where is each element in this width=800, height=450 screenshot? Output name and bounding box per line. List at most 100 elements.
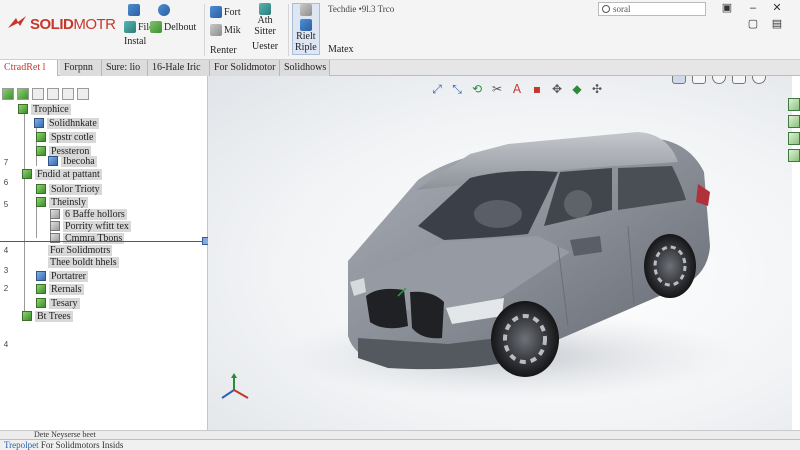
row-number: 4 <box>3 340 9 349</box>
tree-node[interactable]: Portatrer <box>36 270 88 282</box>
horizontal-scrollbar[interactable] <box>0 430 800 439</box>
rollback-bar[interactable] <box>0 241 210 242</box>
body-icon <box>50 221 60 231</box>
pin-icon[interactable] <box>299 19 312 31</box>
tree-line <box>24 112 25 318</box>
tab-4[interactable]: For Solidmotor <box>210 60 280 76</box>
delbout-icon[interactable] <box>150 21 162 33</box>
feature-icon <box>36 146 46 156</box>
logo-icon <box>8 16 26 28</box>
tab-0[interactable]: CtradRet l <box>0 60 58 76</box>
row-number: 3 <box>3 266 9 275</box>
tree-node[interactable]: Rernals <box>36 283 84 295</box>
status-text: For Solidmotors Insids <box>40 440 124 450</box>
row-number: 4 <box>3 246 9 255</box>
tree-node[interactable]: Cmmra Tbons <box>50 232 125 244</box>
design-library-icon[interactable] <box>788 98 800 111</box>
row-number: 6 <box>3 178 9 187</box>
tree-node[interactable]: Fndid at pattant <box>22 168 102 180</box>
matex-button[interactable]: Matex <box>328 44 354 55</box>
restore-icon[interactable]: ▢ <box>746 18 760 30</box>
appearances-icon[interactable] <box>788 149 800 162</box>
mik-icon[interactable] <box>210 24 222 36</box>
search-input[interactable]: soral <box>598 2 706 16</box>
file-icon[interactable] <box>124 21 136 33</box>
dim-icon[interactable] <box>47 88 59 100</box>
task-pane-tabs <box>788 98 800 162</box>
tile-icon[interactable]: ▤ <box>770 18 784 30</box>
sitter-icon[interactable] <box>259 3 272 15</box>
view-palette-icon[interactable] <box>788 132 800 145</box>
config-icon[interactable] <box>32 88 44 100</box>
row-number: 7 <box>3 158 9 167</box>
ribbon-group-sitter: Ath Sitter Uester <box>252 3 278 52</box>
tree-node[interactable]: Solidhnkate <box>34 117 99 129</box>
document-title: Techdie •9l.3 Trco <box>328 4 395 14</box>
ribbon-row-install: Instal <box>124 36 146 47</box>
tree-node[interactable]: Theinsly <box>36 196 88 208</box>
rielt-button[interactable]: Rielt <box>296 31 315 42</box>
part-icon <box>18 104 28 114</box>
expand-icon[interactable] <box>77 88 89 100</box>
uester-button[interactable]: Uester <box>252 41 278 52</box>
feature-icon <box>36 284 46 294</box>
riple-button[interactable]: Riple <box>295 42 317 53</box>
sketch-icon <box>48 156 58 166</box>
tab-2[interactable]: Sure: lio <box>102 60 148 76</box>
install-button[interactable]: Instal <box>124 36 146 47</box>
tree-line <box>36 204 37 238</box>
tab-3[interactable]: 16-Hale Iric <box>148 60 210 76</box>
ribbon-group-fort: Fort Mik Renter <box>210 5 241 57</box>
ribbon-row-delbout: Delbout <box>150 20 196 34</box>
axis-triad-icon <box>221 373 249 399</box>
mik-button[interactable]: Mik <box>224 25 241 36</box>
tree-node[interactable]: Thee boldt hhels <box>48 256 119 268</box>
ribbon-separator <box>288 4 289 56</box>
fort-icon[interactable] <box>210 6 222 18</box>
tab-5[interactable]: Solidhows <box>280 60 330 76</box>
feature-icon <box>36 197 46 207</box>
feature-icon <box>22 311 32 321</box>
graphics-viewport[interactable]: ⤢ ⤡ ⟲ ✂ A ▪ ✥ ◆ ✣ <box>208 76 792 430</box>
tab-1[interactable]: Forpnn <box>60 60 102 76</box>
sketch-icon <box>36 271 46 281</box>
tree-node[interactable]: Porrity wfitt tex <box>50 220 131 232</box>
tree-node[interactable]: Bt Trees <box>22 310 73 322</box>
ribbon-group-riple[interactable]: Rielt Riple <box>292 3 320 55</box>
tree-node[interactable]: Spstr cotle <box>36 131 96 143</box>
feature-tree-icon[interactable] <box>2 88 14 100</box>
minimize-icon[interactable]: – <box>746 2 760 14</box>
ribbon-group-matex: Matex <box>328 44 354 55</box>
help-icon[interactable]: ▣ <box>720 2 734 14</box>
property-icon[interactable] <box>17 88 29 100</box>
sitter-button[interactable]: Sitter <box>254 26 276 37</box>
car-model[interactable] <box>208 76 792 430</box>
tree-node[interactable]: 6 Baffe hollors <box>50 208 127 220</box>
search-icon <box>602 5 610 13</box>
delbout-button[interactable]: Delbout <box>164 22 196 33</box>
fort-button[interactable]: Fort <box>224 7 241 18</box>
status-prefix: Trepolpet <box>4 440 39 450</box>
globe-icon[interactable] <box>158 4 170 16</box>
feature-manager-toolbar <box>2 88 89 100</box>
tree-node[interactable]: Ibecoha <box>48 155 97 167</box>
close-icon[interactable]: ✕ <box>770 2 784 14</box>
app-logo: SOLIDMOTR <box>6 14 116 34</box>
tree-node[interactable]: Tesary <box>36 297 80 309</box>
status-bar: Trepolpet For Solidmotors Insids <box>0 439 800 450</box>
display-icon[interactable] <box>62 88 74 100</box>
ath-button[interactable]: Ath <box>258 15 273 26</box>
feature-icon <box>36 184 46 194</box>
tree-node[interactable]: For Solidmotrs <box>48 244 113 256</box>
ribbon-top-icons <box>128 3 170 17</box>
grid-icon[interactable] <box>128 4 140 16</box>
body-icon <box>50 209 60 219</box>
sketch-icon <box>34 118 44 128</box>
renter-button[interactable]: Renter <box>210 45 237 56</box>
tree-node[interactable]: Trophice <box>18 103 71 115</box>
tree-node[interactable]: Solor Trioty <box>36 183 102 195</box>
cursor-icon[interactable] <box>299 4 312 16</box>
ribbon-toolbar: SOLIDMOTR File Delbout Instal Fort Mik R… <box>0 0 800 60</box>
file-explorer-icon[interactable] <box>788 115 800 128</box>
ribbon-separator <box>204 4 205 56</box>
